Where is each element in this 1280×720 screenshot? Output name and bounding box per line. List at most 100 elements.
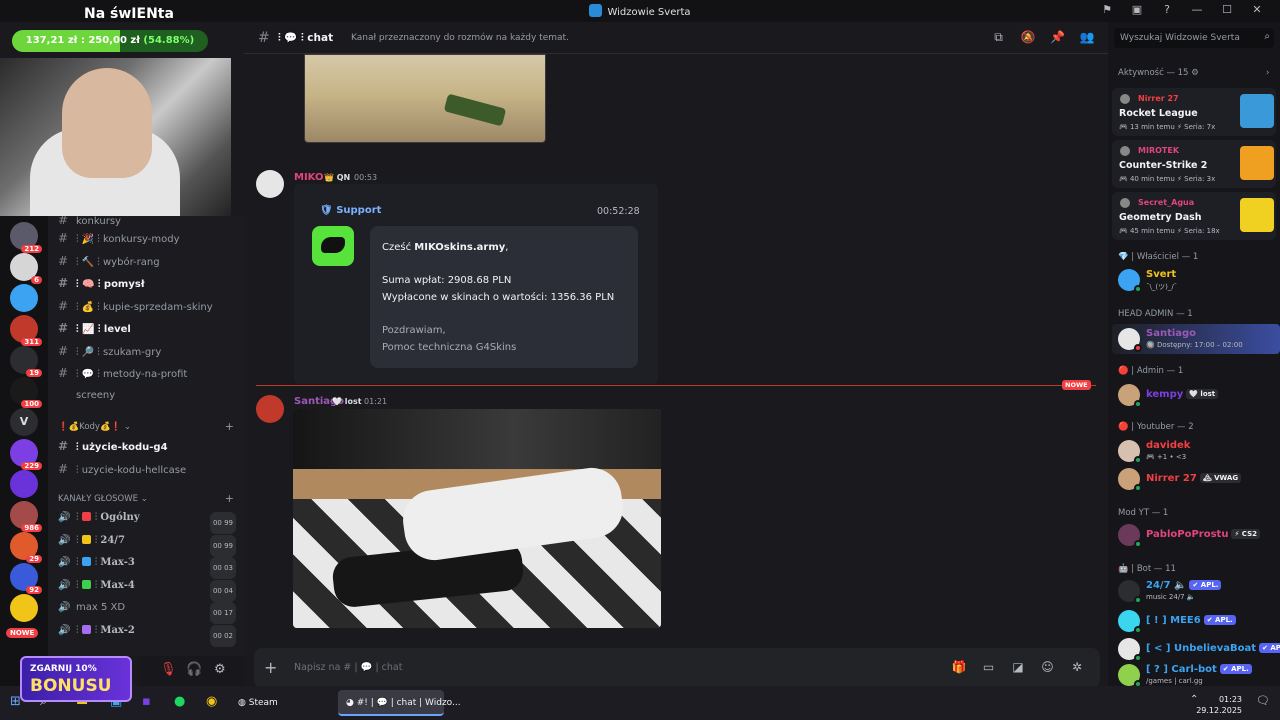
server-icon[interactable]: 6 xyxy=(10,253,42,284)
threads-icon[interactable]: ⧉ xyxy=(986,30,1012,45)
voice-channel[interactable]: 🔊 ⫶ ⫶ 24/7 00 99 xyxy=(58,531,236,557)
taskbar-steam[interactable]: ◍ Steam xyxy=(230,690,286,716)
avatar[interactable] xyxy=(256,170,284,198)
channel-item[interactable]: # ⫶ 📈 ⫶ level xyxy=(58,318,131,338)
server-icon[interactable]: 19 xyxy=(10,346,42,377)
server-icon[interactable]: 92 xyxy=(10,563,42,594)
chevron-right-icon[interactable]: › xyxy=(1266,68,1269,78)
settings-icon[interactable]: ⚙ xyxy=(214,662,226,677)
message-input[interactable]: Napisz na # | 💬 | chat xyxy=(294,662,402,673)
webcam-overlay xyxy=(0,58,231,216)
server-icon[interactable]: 212 xyxy=(10,222,42,253)
gif-icon[interactable]: ▭ xyxy=(976,660,1002,674)
geometry-dash-icon xyxy=(1240,198,1274,232)
member-item[interactable]: davidek 🎮 +1 • <3 xyxy=(1118,438,1278,464)
voice-channel[interactable]: 🔊 max 5 XD 00 17 xyxy=(58,598,236,624)
channel-name: ⫶ 💬 ⫶ chat xyxy=(278,32,334,44)
emoji-icon[interactable]: ☺ xyxy=(1035,660,1061,674)
add-attachment-icon[interactable]: + xyxy=(264,658,277,677)
server-icon[interactable]: 100 xyxy=(10,377,42,408)
pin-icon[interactable]: 📌 xyxy=(1045,30,1071,44)
members-icon[interactable]: 👥 xyxy=(1074,30,1100,44)
notifications-icon[interactable]: 🔕 xyxy=(1015,30,1041,44)
category-voice[interactable]: KANAŁY GŁOSOWE ⌄ xyxy=(58,494,148,504)
embed-message: Cześć MIKOskins.army, Suma wpłat: 2908.6… xyxy=(370,226,638,368)
attachment-photo[interactable] xyxy=(293,409,661,628)
channel-item[interactable]: # ⫶ 🔨 ⫶ wybór-rang xyxy=(58,251,160,271)
member-item[interactable]: PabloPoProstu ⚡ CS2 xyxy=(1118,522,1278,548)
server-icon[interactable]: 29 xyxy=(10,532,42,563)
channel-item[interactable]: # ⫶ uzycie-kodu-hellcase xyxy=(58,459,186,479)
activity-header[interactable]: Aktywność — 15 ⚙ xyxy=(1118,68,1199,78)
donation-goal-bar: 137,21 zł : 250,00 zł (54.88%) xyxy=(12,30,208,52)
server-icon[interactable]: 986 xyxy=(10,501,42,532)
activity-card[interactable]: MIROTEK Counter-Strike 2 🎮 40 min temu ⚡… xyxy=(1112,140,1276,188)
server-icon[interactable]: 311 xyxy=(10,315,42,346)
gift-icon[interactable]: 🎁 xyxy=(946,660,972,674)
embed-time: 00:52:28 xyxy=(597,206,640,217)
server-logo-icon xyxy=(589,4,603,17)
members-panel: ⌕ Aktywność — 15 ⚙ › Nirrer 27 Rocket Le… xyxy=(1108,22,1280,688)
discord-icon: ◕ xyxy=(346,698,354,708)
apps-icon[interactable]: ✲ xyxy=(1064,660,1090,674)
rocket-league-icon xyxy=(1240,94,1274,128)
category-codes[interactable]: ❗💰Kody💰❗ ⌄ xyxy=(58,422,131,432)
premiere-icon[interactable]: ▪ xyxy=(142,694,151,709)
add-voice-channel-icon[interactable]: + xyxy=(225,492,234,505)
avatar[interactable] xyxy=(256,395,284,423)
chrome-icon[interactable]: ◉ xyxy=(206,694,217,709)
spotify-icon[interactable]: ● xyxy=(174,694,185,709)
clock[interactable]: 01:23 29.12.2025 xyxy=(1196,694,1242,716)
server-icon[interactable] xyxy=(10,594,38,622)
minimize-button[interactable]: — xyxy=(1182,3,1212,16)
screen-icon[interactable]: ▣ xyxy=(1122,3,1152,16)
search-input[interactable] xyxy=(1114,28,1254,48)
channel-item[interactable]: # ⫶ 🧠 ⫶ pomysł xyxy=(58,273,145,293)
member-item[interactable]: Santiago 🔘 Dostępny: 17:00 – 02:00 xyxy=(1118,326,1278,352)
channel-item[interactable]: # ⫶ 💬 ⫶ metody-na-profit xyxy=(58,363,187,383)
server-icon[interactable] xyxy=(10,470,38,498)
member-item[interactable]: Nirrer 27 🏔 VWAG xyxy=(1118,466,1278,492)
close-button[interactable]: ✕ xyxy=(1242,3,1272,16)
channel-item[interactable]: screeny xyxy=(76,386,115,406)
server-icon[interactable]: V xyxy=(10,408,38,436)
search-box[interactable]: ⌕ xyxy=(1114,28,1274,48)
server-icon[interactable] xyxy=(10,284,38,312)
new-servers-pill[interactable]: NOWE xyxy=(6,628,39,638)
sticker-icon[interactable]: ◪ xyxy=(1005,660,1031,674)
channel-item[interactable]: # ⫶ 🔎 ⫶ szukam-gry xyxy=(58,341,161,361)
message-composer[interactable]: + Napisz na # | 💬 | chat 🎁 ▭ ◪ ☺ ✲ xyxy=(254,648,1100,688)
member-item[interactable]: kempy 🤍 lost xyxy=(1118,382,1278,408)
activity-card[interactable]: Secret_Agua Geometry Dash 🎮 45 min temu … xyxy=(1112,192,1276,240)
member-item[interactable]: [ < ] UnbelievaBoat✔ APL. xyxy=(1118,636,1280,662)
voice-channel[interactable]: 🔊 ⫶ ⫶ Max-3 00 03 xyxy=(58,553,236,579)
voice-channel[interactable]: 🔊 ⫶ ⫶ Ogólny 00 99 xyxy=(58,508,236,534)
member-item[interactable]: [ ! ] MEE6 ✔ APL. xyxy=(1118,608,1278,634)
maximize-button[interactable]: ☐ xyxy=(1212,3,1242,16)
taskbar-discord[interactable]: ◕ #! | 💬 | chat | Widzo... xyxy=(338,690,461,716)
search-icon: ⌕ xyxy=(1264,31,1270,42)
inbox-icon[interactable]: ⚑ xyxy=(1092,3,1122,16)
deafen-icon[interactable]: 🎧 xyxy=(186,662,202,677)
server-badge: 229 xyxy=(21,462,42,470)
role-header: 🤖 | Bot — 11 xyxy=(1118,564,1176,574)
channel-item[interactable]: # ⫶ 🎉 ⫶ konkursy-mody xyxy=(58,228,180,248)
member-item[interactable]: Svert ¯\_(ツ)_/¯ xyxy=(1118,267,1278,293)
voice-channel[interactable]: 🔊 ⫶ ⫶ Max-2 00 02 xyxy=(58,621,236,647)
member-item[interactable]: 24/7 🔈 ✔ APL. music 24/7 🔈 xyxy=(1118,578,1278,604)
activity-card[interactable]: Nirrer 27 Rocket League 🎮 13 min temu ⚡ … xyxy=(1112,88,1276,136)
add-channel-icon[interactable]: + xyxy=(225,420,234,433)
help-icon[interactable]: ? xyxy=(1152,3,1182,16)
user-panel: 🎙 🎧 ⚙ xyxy=(140,656,244,686)
server-icon[interactable]: 229 xyxy=(10,439,42,470)
voice-channel[interactable]: 🔊 ⫶ ⫶ Max-4 00 04 xyxy=(58,576,236,602)
channel-item[interactable]: # ⫶ użycie-kodu-g4 xyxy=(58,436,168,456)
mute-icon[interactable]: 🎙 xyxy=(160,662,177,677)
notifications-tray-icon[interactable]: 🗨 xyxy=(1256,694,1270,707)
title-bar: Widzowie Sverta ⚑ ▣ ? — ☐ ✕ xyxy=(0,0,1280,22)
bonus-banner[interactable]: ZGARNIJ 10% BONUSU xyxy=(20,656,132,702)
channel-item[interactable]: # ⫶ 💰 ⫶ kupie-sprzedam-skiny xyxy=(58,296,213,316)
member-item[interactable]: [ ? ] Carl-bot ✔ APL. /games | carl.gg xyxy=(1118,662,1278,688)
message-author[interactable]: MIKO xyxy=(294,172,323,183)
attachment-image[interactable] xyxy=(304,54,546,143)
